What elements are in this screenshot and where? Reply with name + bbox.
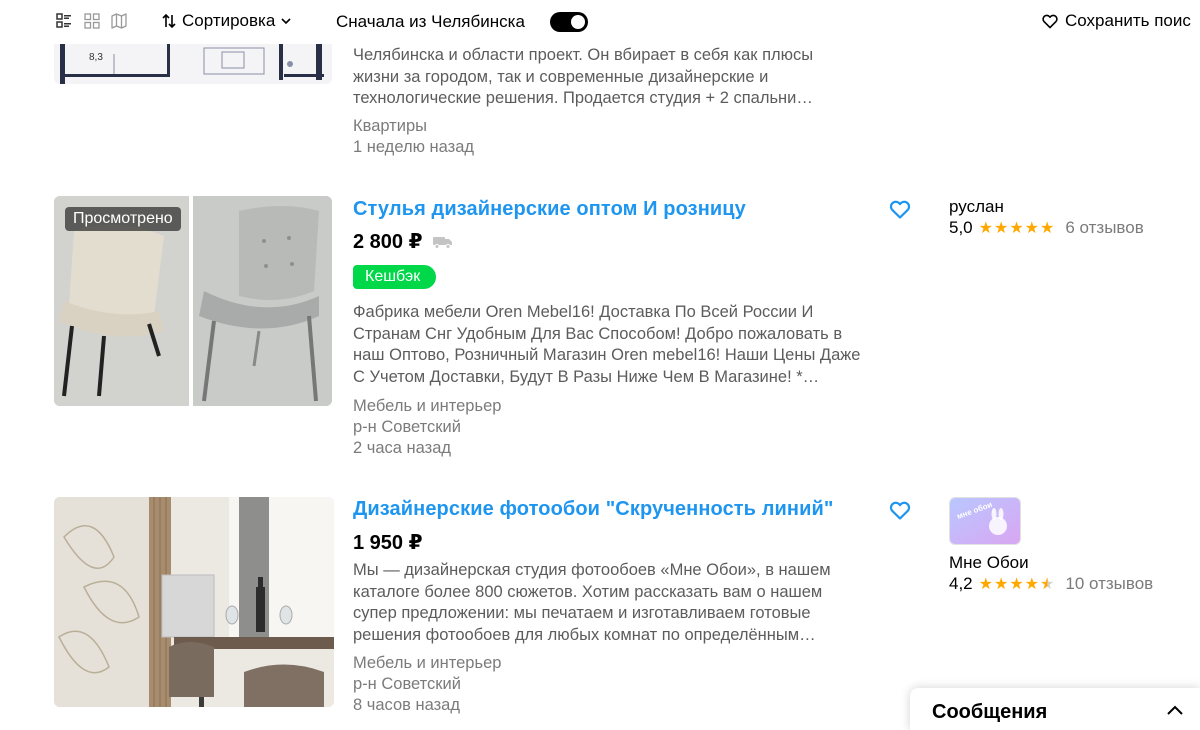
listing-2-price: 2 800 ₽ xyxy=(353,229,453,254)
messages-label: Сообщения xyxy=(932,701,1048,723)
half-star-icon: ★ xyxy=(1040,576,1056,593)
seller-name[interactable]: руслан xyxy=(949,197,1004,217)
listing-2-time: 2 часа назад xyxy=(353,439,452,457)
heart-outline-icon xyxy=(1042,14,1058,29)
rating-value: 4,2 xyxy=(949,574,973,593)
favorite-heart-icon[interactable] xyxy=(888,197,912,221)
listing-1-time: 1 неделю назад xyxy=(353,138,475,156)
price-value: 2 800 ₽ xyxy=(353,231,423,253)
truck-icon xyxy=(432,236,452,249)
grid-view-icon[interactable] xyxy=(84,13,100,29)
listing-3-description: Мы — дизайнерская студия фотообоев «Мне … xyxy=(353,561,831,644)
save-search-button[interactable]: Сохранить поис xyxy=(1041,11,1191,31)
sort-arrows-icon xyxy=(162,13,176,29)
viewed-badge: Просмотрено xyxy=(65,207,181,231)
sort-label: Сортировка xyxy=(182,11,276,30)
listing-1-description: Челябинска и области проект. Он вбирает … xyxy=(353,46,814,107)
reviews-link[interactable]: 6 отзывов xyxy=(1065,218,1143,238)
seller-name[interactable]: Мне Обои xyxy=(949,553,1029,573)
sort-dropdown[interactable]: Сортировка xyxy=(162,11,291,31)
favorite-heart-icon[interactable] xyxy=(888,498,912,522)
floor-plan-area-label: 8,3 xyxy=(89,52,103,63)
listing-2-category: Мебель и интерьер xyxy=(353,397,502,415)
listing-3-thumbnail[interactable] xyxy=(54,497,334,707)
results-toolbar: Сортировка Сначала из Челябинска Сохрани… xyxy=(0,0,1200,44)
wallpaper-interior-photo xyxy=(54,497,334,707)
listing-1-thumbnail[interactable]: 8,3 xyxy=(54,44,332,84)
messages-panel[interactable]: Сообщения xyxy=(910,688,1200,730)
chevron-down-icon xyxy=(281,18,291,25)
listing-2-description: Фабрика мебели Oren Mebel16! Доставка По… xyxy=(353,303,861,386)
seller-logo[interactable]: мне обои xyxy=(949,497,1021,545)
list-view-icon[interactable] xyxy=(56,13,72,29)
listing-2-location: р-н Советский xyxy=(353,418,461,436)
map-view-icon[interactable] xyxy=(111,13,127,29)
rating-value: 5,0 xyxy=(949,218,973,237)
chevron-up-icon[interactable] xyxy=(1166,704,1184,716)
listing-3-category: Мебель и интерьер xyxy=(353,654,502,672)
floor-plan-image xyxy=(54,44,332,84)
first-from-city-toggle[interactable] xyxy=(550,12,588,32)
cashback-badge: Кешбэк xyxy=(353,265,437,289)
rating-stars-icon: ★★★★★ xyxy=(978,576,1056,593)
reviews-link[interactable]: 10 отзывов xyxy=(1065,574,1153,594)
seller-rating: 5,0 ★★★★★ 6 отзывов xyxy=(949,218,1144,238)
listing-3-location: р-н Советский xyxy=(353,675,461,693)
rating-stars-icon: ★★★★★ xyxy=(978,220,1056,237)
listing-2-title[interactable]: Стулья дизайнерские оптом И розницу xyxy=(353,198,746,221)
listing-3-price: 1 950 ₽ xyxy=(353,530,423,555)
first-from-city-label: Сначала из Челябинска xyxy=(336,12,525,31)
listing-3-title[interactable]: Дизайнерские фотообои "Скрученность лини… xyxy=(353,498,834,521)
listing-1-category: Квартиры xyxy=(353,117,427,135)
save-search-label: Сохранить поис xyxy=(1065,11,1191,30)
seller-rating: 4,2 ★★★★★ 10 отзывов xyxy=(949,574,1153,594)
price-value: 1 950 ₽ xyxy=(353,532,423,554)
listing-3-time: 8 часов назад xyxy=(353,696,460,714)
